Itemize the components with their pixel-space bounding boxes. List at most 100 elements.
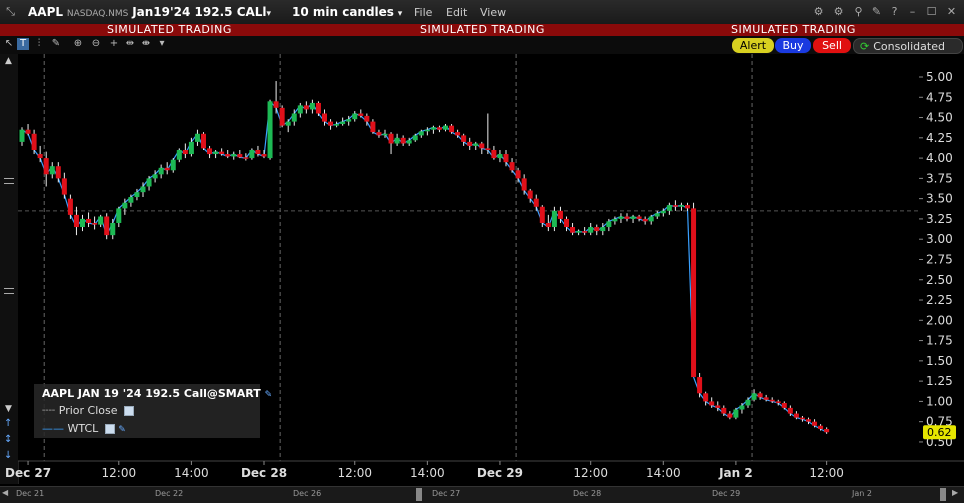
pin-icon[interactable]: ✎	[870, 5, 883, 18]
navigator-label: Jan 2	[852, 489, 872, 498]
window-corner-icon[interactable]: ⤡	[4, 5, 17, 18]
y-tick-label: 3.50	[926, 192, 953, 206]
candle-body	[279, 107, 285, 126]
candle-body	[322, 113, 327, 122]
compare-icon[interactable]: ⇼	[140, 38, 152, 50]
candle-body	[358, 113, 364, 116]
candle-body	[443, 125, 448, 130]
legend-item-prior-close[interactable]: ╌╌ Prior Close	[42, 404, 134, 417]
candle-body	[769, 399, 775, 402]
x-tick-label: 14:00	[174, 466, 209, 480]
y-tick-label: 2.75	[926, 252, 953, 266]
minimize-icon[interactable]: –	[906, 5, 919, 18]
prior-close-checkbox[interactable]	[123, 406, 134, 416]
candle-body	[412, 135, 418, 141]
candle-body	[545, 222, 551, 228]
navigator-handle[interactable]	[940, 488, 946, 501]
legend-settings-icon[interactable]: ✎	[118, 425, 126, 435]
candle-body	[406, 140, 412, 144]
buy-button[interactable]: Buy	[775, 38, 811, 53]
candle-body	[213, 151, 219, 155]
zoom-in-icon[interactable]: ⊕	[72, 38, 84, 50]
candle-body	[309, 102, 315, 110]
candle-body	[618, 216, 624, 219]
candle-body	[672, 205, 678, 207]
candle-body	[812, 421, 818, 426]
candle-body	[630, 216, 636, 219]
candle-body	[146, 178, 152, 187]
candle-body	[158, 167, 164, 175]
candle-body	[763, 397, 769, 400]
crosshair-icon[interactable]: ↖	[3, 38, 15, 50]
legend-settings-icon[interactable]: ✎	[265, 390, 273, 400]
candle-body	[122, 202, 128, 209]
candle-body	[128, 197, 134, 203]
y-tick-label: 1.00	[926, 394, 953, 408]
symbol-label[interactable]: AAPL	[28, 5, 63, 19]
candle-body	[382, 133, 388, 136]
candle-body	[685, 205, 690, 209]
candle-body	[182, 149, 188, 155]
scroll-right-arrow[interactable]: ▶	[952, 488, 958, 497]
candle-body	[328, 121, 334, 126]
candle-body	[116, 208, 122, 223]
bars-icon[interactable]: ⫶	[33, 38, 45, 50]
split-icon[interactable]: ⇹	[124, 38, 136, 50]
candle-body	[243, 157, 249, 159]
sell-button[interactable]: Sell	[813, 38, 851, 53]
candle-body	[775, 401, 781, 404]
settings-icon[interactable]: ⚙	[832, 5, 845, 18]
text-tool-icon[interactable]: T	[17, 38, 29, 50]
candle-body	[418, 131, 424, 136]
candle-body	[152, 174, 158, 179]
interval-dropdown[interactable]: 10 min candles ▾	[292, 5, 402, 19]
candle-body	[86, 218, 92, 223]
y-tick-label: 4.50	[926, 111, 953, 125]
candle-body	[491, 149, 497, 159]
candle-body	[485, 148, 491, 150]
link-icon[interactable]: ⚲	[852, 5, 865, 18]
candle-body	[140, 186, 146, 193]
contract-dropdown-icon[interactable]: ▾	[267, 9, 272, 19]
legend-item-wtcl[interactable]: —— WTCL ✎	[42, 422, 126, 435]
candle-body	[745, 399, 751, 406]
simulated-trading-text: SIMULATED TRADING	[731, 23, 856, 36]
cross-icon[interactable]: +	[108, 38, 120, 50]
candle-body	[824, 428, 830, 433]
candle-body	[231, 154, 237, 157]
candle-body	[49, 166, 55, 175]
wtcl-checkbox[interactable]	[104, 424, 115, 434]
candle-body	[588, 227, 594, 233]
contract-label[interactable]: Jan19'24 192.5 CALl	[132, 5, 266, 19]
candle-body	[73, 214, 79, 228]
candle-body	[594, 227, 600, 232]
close-icon[interactable]: ✕	[945, 5, 958, 18]
help-icon[interactable]: ?	[888, 5, 901, 18]
menu-edit[interactable]: Edit	[446, 6, 467, 19]
maximize-icon[interactable]: ☐	[925, 5, 938, 18]
consolidated-button[interactable]: ⟳ Consolidated	[853, 38, 963, 54]
candle-body	[449, 125, 455, 133]
navigator-handle[interactable]	[416, 488, 422, 501]
lock-icon[interactable]: ⚙	[812, 5, 825, 18]
menu-view[interactable]: View	[480, 6, 506, 19]
alert-button[interactable]: Alert	[732, 38, 774, 53]
candle-body	[521, 178, 527, 191]
scroll-left-arrow[interactable]: ◀	[2, 488, 8, 497]
menu-file[interactable]: File	[414, 6, 432, 19]
candle-body	[727, 413, 733, 418]
toolbar-dropdown-icon[interactable]: ▾	[156, 38, 168, 50]
zoom-out-icon[interactable]: ⊖	[90, 38, 102, 50]
candle-body	[806, 419, 811, 422]
candle-body	[31, 133, 37, 150]
x-tick-label: 12:00	[573, 466, 608, 480]
candle-body	[291, 113, 297, 122]
wrench-icon[interactable]: ✎	[50, 38, 62, 50]
candle-body	[80, 218, 85, 228]
time-navigator[interactable]: ◀ Dec 21 Dec 22 Dec 26 Dec 27 Dec 28 Dec…	[0, 486, 964, 503]
candle-body	[733, 409, 739, 418]
candle-body	[388, 133, 394, 144]
candle-body	[273, 101, 279, 108]
candle-body	[709, 401, 715, 406]
candle-body	[394, 137, 400, 144]
